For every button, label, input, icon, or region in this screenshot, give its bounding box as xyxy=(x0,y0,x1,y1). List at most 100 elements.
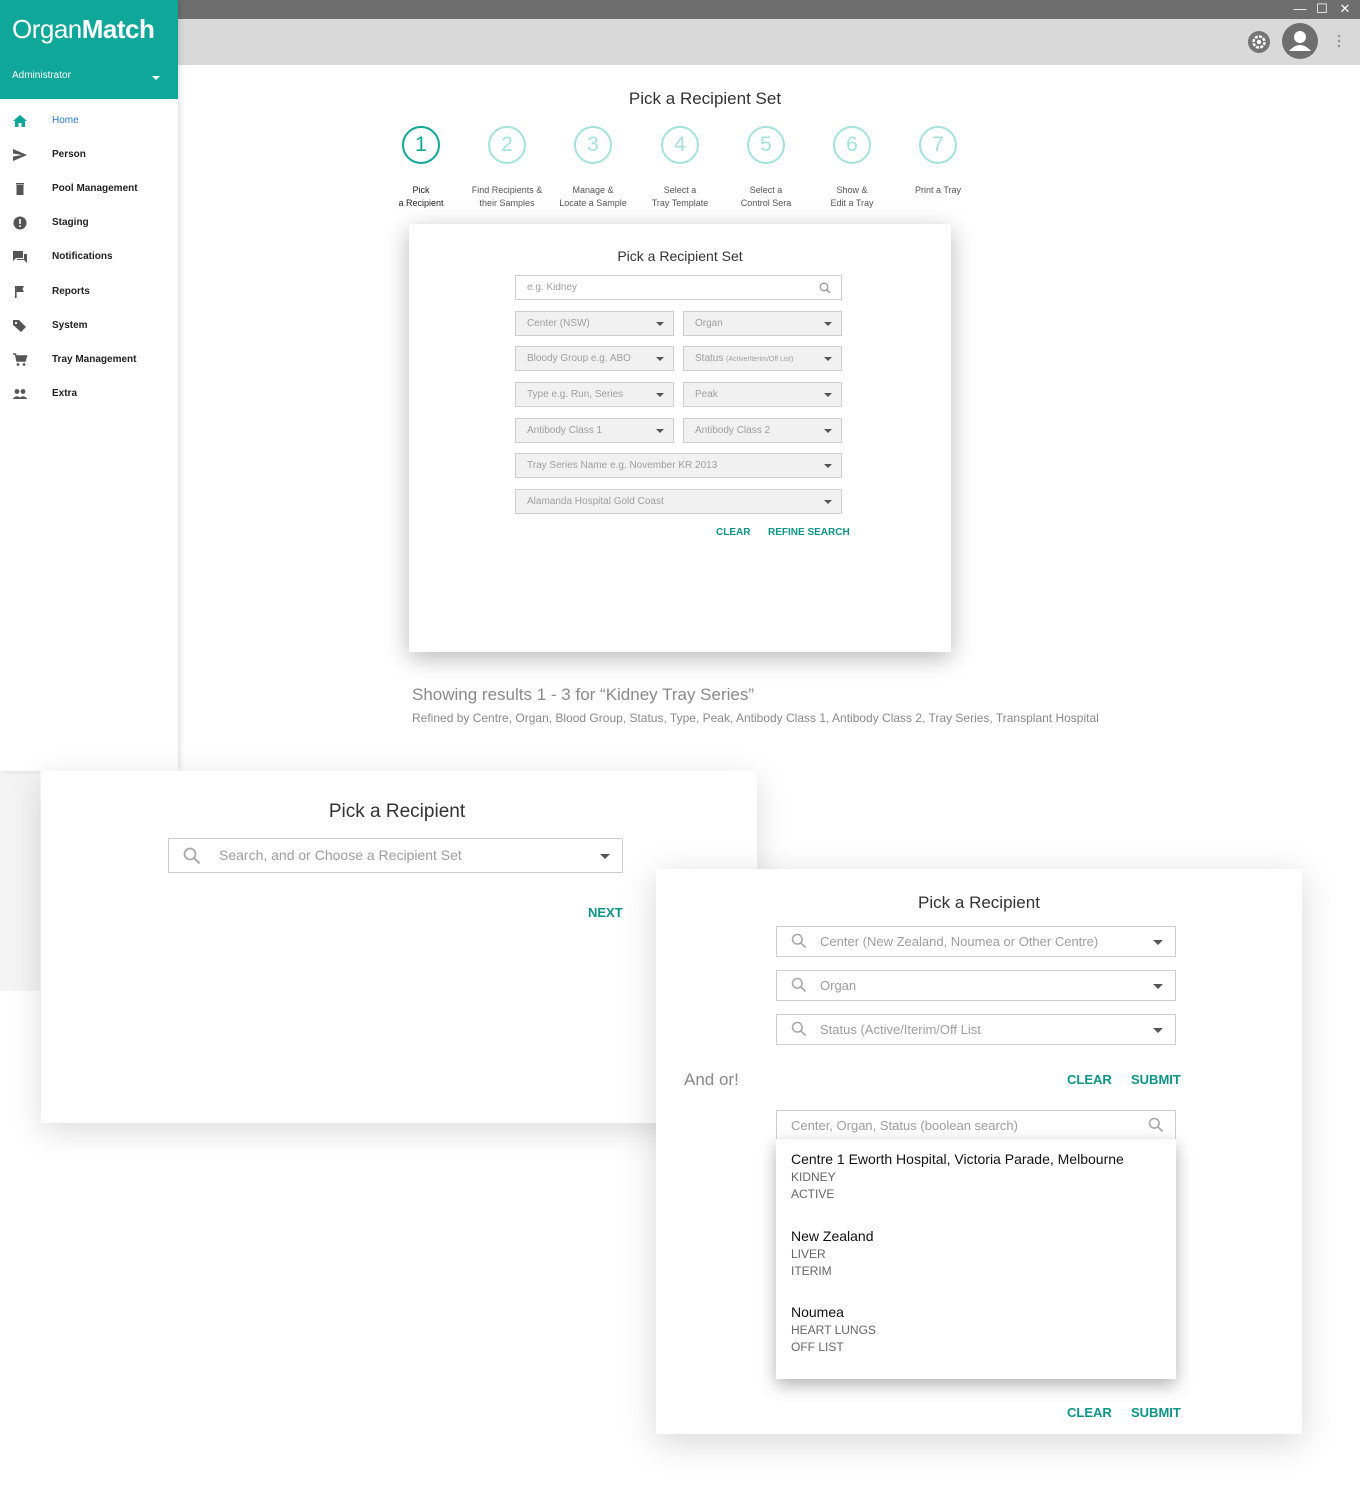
search-icon xyxy=(819,282,831,294)
pick-recipient-card: Pick a Recipient Search, and or Choose a… xyxy=(41,771,757,1123)
sidebar-item-reports[interactable]: Reports xyxy=(0,279,178,305)
card-title: Pick a Recipient xyxy=(918,893,1040,912)
gear-icon[interactable] xyxy=(1247,30,1271,54)
chevron-down-icon xyxy=(600,854,610,859)
clear-button[interactable]: CLEAR xyxy=(716,527,750,538)
blood-group-select[interactable]: Bloody Group e.g. ABO xyxy=(515,346,674,371)
type-select[interactable]: Type e.g. Run, Series xyxy=(515,382,674,407)
user-icon[interactable] xyxy=(1282,23,1318,59)
step-label: Manage & Locate a Sample xyxy=(559,185,627,208)
sidebar-item-staging[interactable]: Staging xyxy=(0,210,178,236)
next-button[interactable]: NEXT xyxy=(588,905,623,920)
search-input[interactable]: e.g. Kidney xyxy=(515,275,842,300)
background-panel xyxy=(0,771,40,991)
center-select[interactable]: Center (NSW) xyxy=(515,311,674,336)
step-number: 7 xyxy=(919,126,957,164)
step-4[interactable]: 4 Select a Tray Template xyxy=(637,126,723,210)
chevron-down-icon xyxy=(656,393,664,397)
chat-icon xyxy=(13,251,27,263)
sidebar-item-label: Tray Management xyxy=(52,354,137,365)
step-5[interactable]: 5 Select a Control Sera xyxy=(723,126,809,210)
recipient-set-search[interactable]: Search, and or Choose a Recipient Set xyxy=(168,838,623,873)
step-1[interactable]: 1 Pick a Recipient xyxy=(378,126,464,210)
list-item[interactable]: Centre 1 Eworth Hospital, Victoria Parad… xyxy=(791,1151,1124,1201)
peak-select[interactable]: Peak xyxy=(683,382,842,407)
alert-icon xyxy=(13,216,27,230)
sidebar-item-notifications[interactable]: Notifications xyxy=(0,244,178,270)
step-number: 2 xyxy=(488,126,526,164)
center-search-select[interactable]: Center (New Zealand, Noumea or Other Cen… xyxy=(776,926,1176,957)
chevron-down-icon xyxy=(1153,984,1163,989)
chevron-down-icon xyxy=(824,464,832,468)
option-title: Noumea xyxy=(791,1304,844,1320)
chevron-down-icon xyxy=(824,322,832,326)
tray-series-select[interactable]: Tray Series Name e.g. November KR 2013 xyxy=(515,453,842,478)
sidebar-item-system[interactable]: System xyxy=(0,313,178,339)
search-results-dropdown: Centre 1 Eworth Hospital, Victoria Parad… xyxy=(776,1139,1176,1379)
step-number: 5 xyxy=(747,126,785,164)
step-label: Select a Control Sera xyxy=(740,185,792,208)
sidebar-item-label: Home xyxy=(52,115,79,126)
step-label: Find Recipients & their Samples xyxy=(471,185,543,208)
clear-button[interactable]: CLEAR xyxy=(1067,1072,1112,1087)
submit-bottom-button[interactable]: SUBMIT xyxy=(1131,1405,1181,1420)
hospital-select[interactable]: Alamanda Hospital Gold Coast xyxy=(515,489,842,514)
chevron-down-icon xyxy=(824,393,832,397)
send-icon xyxy=(13,149,27,161)
option-organ: KIDNEY xyxy=(791,1170,836,1184)
organ-search-select[interactable]: Organ xyxy=(776,970,1176,1001)
sidebar-item-pool-management[interactable]: Pool Management xyxy=(0,176,178,202)
step-3[interactable]: 3 Manage & Locate a Sample xyxy=(550,126,636,210)
sidebar-item-tray-management[interactable]: Tray Management xyxy=(0,347,178,373)
step-number: 1 xyxy=(402,126,440,164)
trash-icon xyxy=(16,183,24,195)
sidebar-item-label: Pool Management xyxy=(52,183,138,194)
sidebar-item-label: System xyxy=(52,320,88,331)
list-item[interactable]: Noumea HEART LUNGS OFF LIST xyxy=(791,1304,876,1354)
step-label: Show & Edit a Tray xyxy=(830,185,874,208)
search-icon xyxy=(1148,1117,1164,1133)
boolean-search-input[interactable]: Center, Organ, Status (boolean search) xyxy=(776,1110,1176,1141)
submit-button[interactable]: SUBMIT xyxy=(1131,1072,1181,1087)
sidebar-item-home[interactable]: Home xyxy=(0,108,178,134)
refine-search-button[interactable]: REFINE SEARCH xyxy=(768,527,850,538)
search-icon xyxy=(183,847,201,865)
page-title: Pick a Recipient Set xyxy=(628,89,782,108)
sidebar-item-label: Extra xyxy=(52,388,78,399)
sidebar-item-extra[interactable]: Extra xyxy=(0,381,178,407)
sidebar-item-label: Reports xyxy=(52,286,90,297)
close-button[interactable]: ✕ xyxy=(1333,0,1357,19)
more-vert-icon[interactable] xyxy=(1337,34,1341,48)
chevron-down-icon xyxy=(656,429,664,433)
card-title: Pick a Recipient xyxy=(328,801,466,822)
option-organ: HEART LUNGS xyxy=(791,1323,876,1337)
status-search-select[interactable]: Status (Active/Iterim/Off List xyxy=(776,1014,1176,1045)
minimize-button[interactable]: — xyxy=(1288,0,1312,19)
option-status: ITERIM xyxy=(791,1264,832,1278)
chevron-down-icon[interactable] xyxy=(152,76,160,80)
option-title: Centre 1 Eworth Hospital, Victoria Parad… xyxy=(791,1151,1124,1167)
antibody-class-1-select[interactable]: Antibody Class 1 xyxy=(515,418,674,443)
status-select[interactable]: Status (Active/Iterim/Off List) xyxy=(683,346,842,371)
sidebar-item-person[interactable]: Person xyxy=(0,142,178,168)
step-2[interactable]: 2 Find Recipients & their Samples xyxy=(464,126,550,210)
step-number: 4 xyxy=(661,126,699,164)
organ-select[interactable]: Organ xyxy=(683,311,842,336)
maximize-button[interactable]: ☐ xyxy=(1310,0,1334,19)
and-or-label: And or! xyxy=(684,1070,739,1089)
antibody-class-2-select[interactable]: Antibody Class 2 xyxy=(683,418,842,443)
chevron-down-icon xyxy=(1153,940,1163,945)
chevron-down-icon xyxy=(824,429,832,433)
step-label: Select a Tray Template xyxy=(651,185,709,208)
step-number: 6 xyxy=(833,126,871,164)
chevron-down-icon xyxy=(824,500,832,504)
step-6[interactable]: 6 Show & Edit a Tray xyxy=(809,126,895,210)
people-icon xyxy=(12,389,28,399)
user-role[interactable]: Administrator xyxy=(12,70,71,81)
clear-bottom-button[interactable]: CLEAR xyxy=(1067,1405,1112,1420)
step-7[interactable]: 7 Print a Tray xyxy=(895,126,981,197)
card-title: Pick a Recipient Set xyxy=(617,248,743,264)
search-icon xyxy=(791,933,807,949)
list-item[interactable]: New Zealand LIVER ITERIM xyxy=(791,1228,874,1278)
option-status: OFF LIST xyxy=(791,1340,844,1354)
